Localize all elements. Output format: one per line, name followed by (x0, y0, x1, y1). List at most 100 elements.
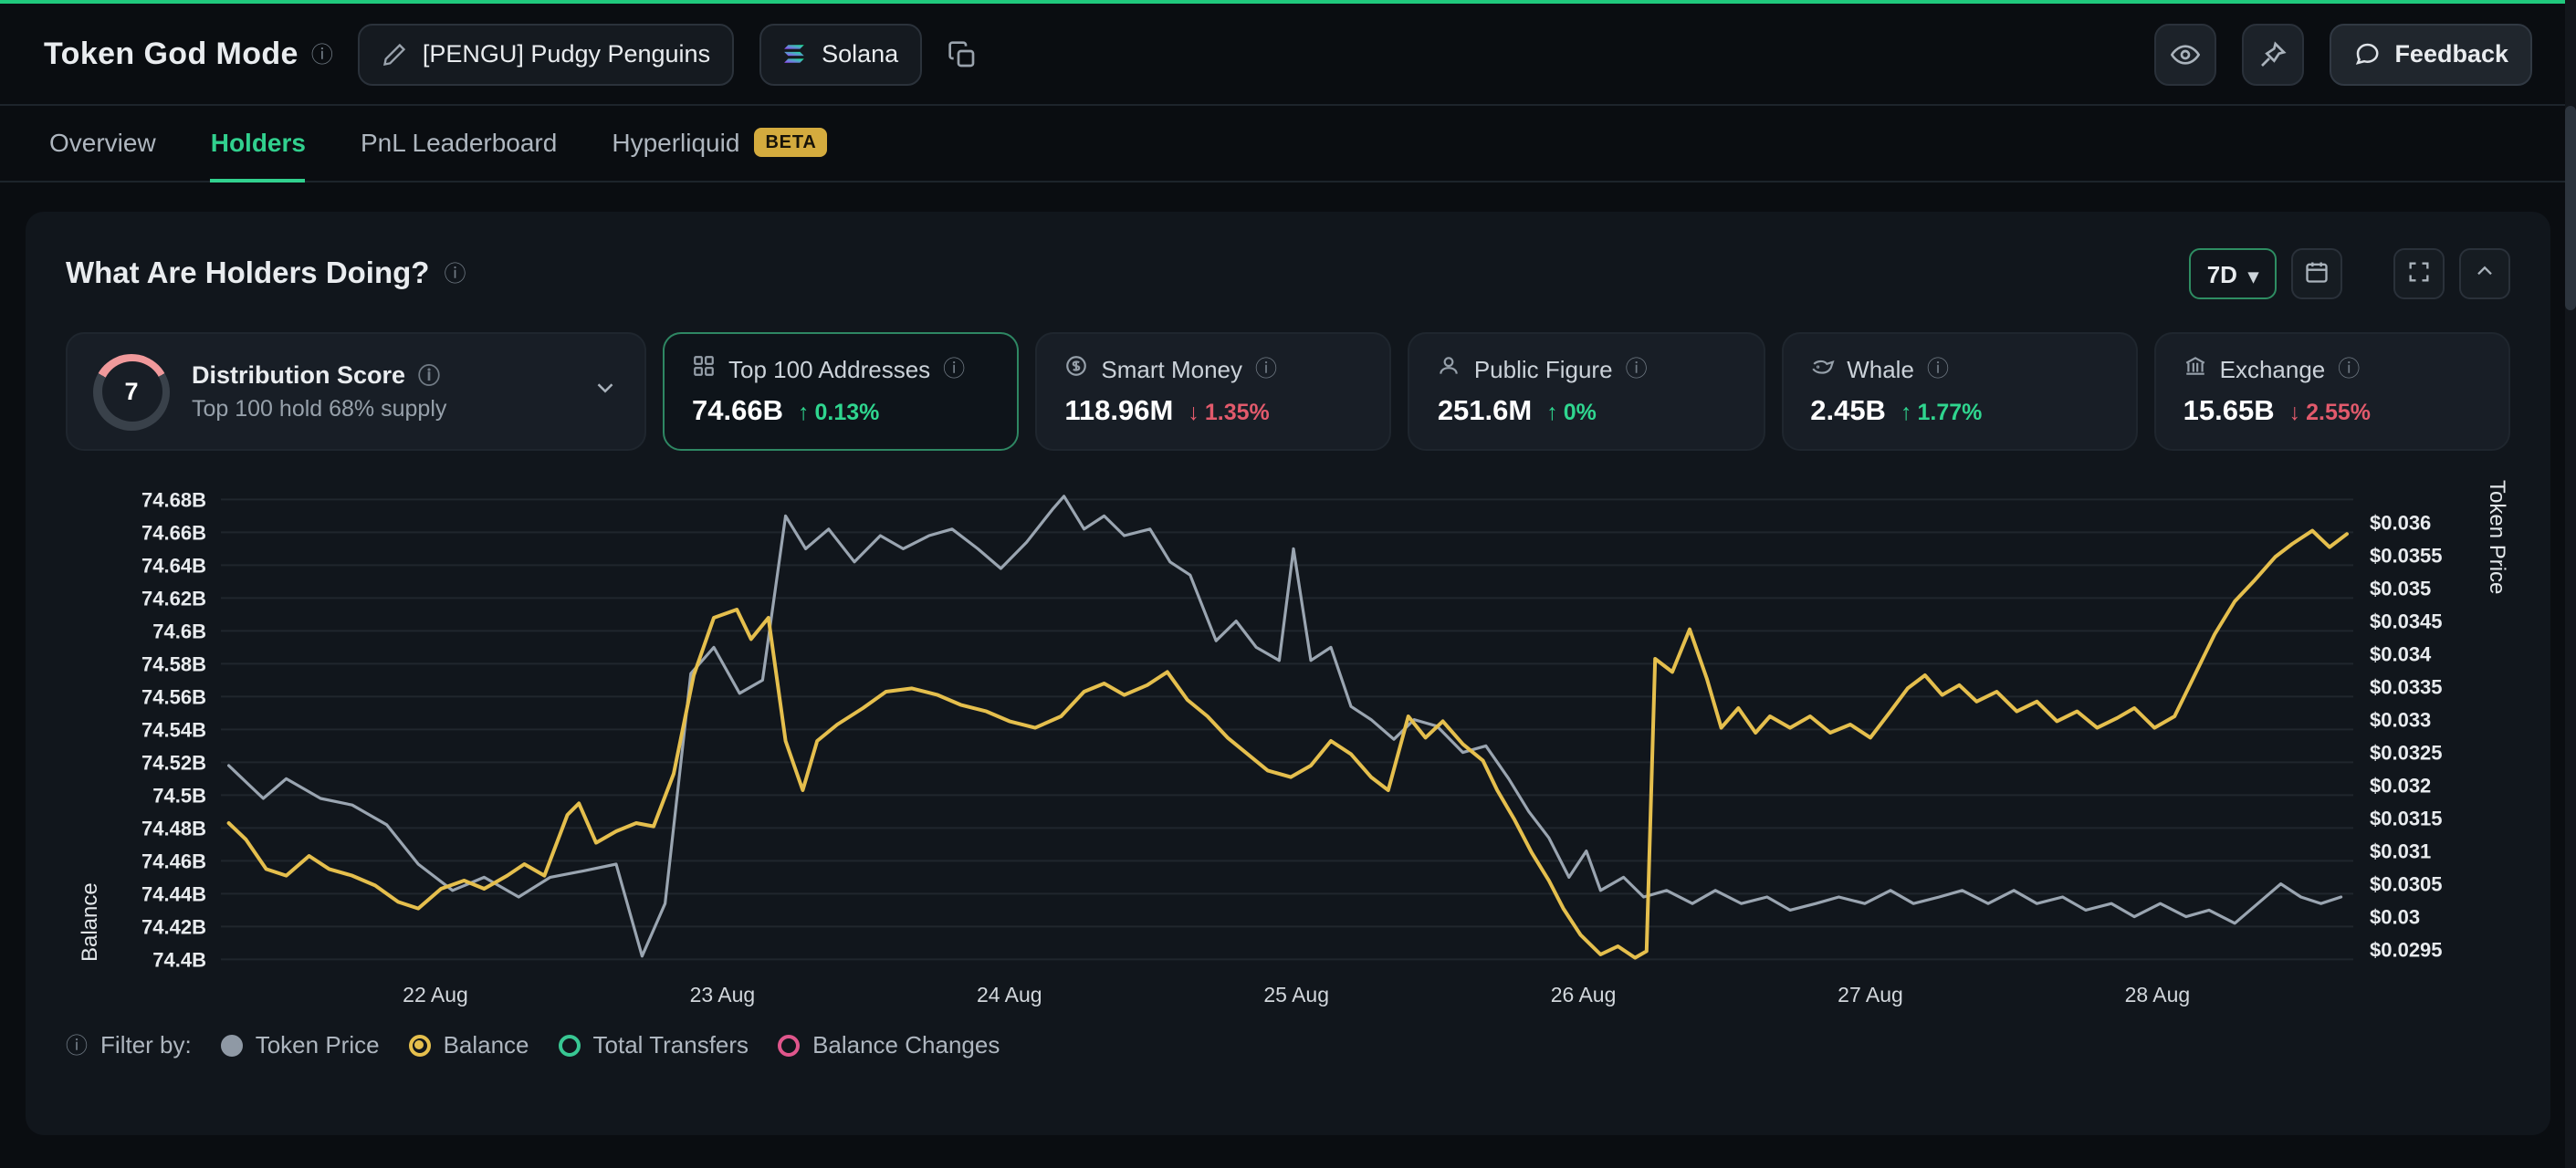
info-icon[interactable] (444, 263, 466, 285)
chat-bubble-icon (2352, 40, 2380, 68)
svg-text:74.54B: 74.54B (141, 718, 206, 741)
copy-address-icon[interactable] (948, 39, 977, 68)
filter-by-label: Filter by: (100, 1031, 192, 1058)
metric-value: 15.65B (2183, 396, 2275, 429)
svg-text:$0.031: $0.031 (2370, 840, 2431, 863)
svg-text:74.48B: 74.48B (141, 817, 206, 840)
app-header: Token God Mode [PENGU] Pudgy Penguins (0, 4, 2576, 106)
balance-changes-ring-icon (778, 1034, 800, 1056)
info-icon[interactable] (1927, 358, 1949, 380)
svg-text:$0.034: $0.034 (2370, 643, 2432, 666)
chevron-down-icon (2248, 260, 2258, 287)
pencil-icon (382, 41, 408, 67)
distribution-score-gauge: 7 (93, 353, 170, 430)
panel-title: What Are Holders Doing? (66, 256, 429, 291)
token-selector-label: [PENGU] Pudgy Penguins (423, 40, 710, 68)
total-transfers-ring-icon (559, 1034, 581, 1056)
fullscreen-button[interactable] (2393, 248, 2445, 299)
info-icon[interactable] (2338, 358, 2360, 380)
chain-selector-label: Solana (822, 40, 898, 68)
legend-token-price[interactable]: Token Price (221, 1031, 380, 1058)
svg-text:24 Aug: 24 Aug (977, 983, 1042, 1006)
panel-header: What Are Holders Doing? 7D (66, 248, 2510, 299)
svg-text:74.6B: 74.6B (152, 620, 206, 642)
svg-text:$0.036: $0.036 (2370, 512, 2431, 535)
info-icon[interactable] (1626, 358, 1648, 380)
svg-text:74.62B: 74.62B (141, 587, 206, 610)
metric-value: 74.66B (692, 396, 783, 429)
chart-canvas[interactable]: 74.68B74.66B74.64B74.62B74.6B74.58B74.56… (66, 462, 2510, 1024)
svg-text:$0.035: $0.035 (2370, 578, 2431, 600)
tab-holders[interactable]: Holders (211, 106, 306, 182)
whale-icon (1810, 354, 1834, 383)
beta-badge: BETA (754, 128, 827, 157)
svg-text:28 Aug: 28 Aug (2125, 983, 2191, 1006)
metric-change: ↓2.55% (2289, 400, 2371, 425)
pin-button[interactable] (2241, 23, 2303, 85)
token-selector-button[interactable]: [PENGU] Pudgy Penguins (359, 23, 734, 85)
metric-change: ↓1.35% (1188, 400, 1269, 425)
bank-icon (2183, 354, 2207, 383)
legend-balance[interactable]: Balance (409, 1031, 529, 1058)
info-icon[interactable] (943, 358, 965, 380)
info-icon[interactable] (311, 43, 333, 65)
metric-value: 2.45B (1810, 396, 1886, 429)
collapse-button[interactable] (2459, 248, 2510, 299)
eye-icon (2170, 39, 2199, 68)
distribution-score-card[interactable]: 7 Distribution Score Top 100 hold 68% su… (66, 332, 646, 451)
svg-text:26 Aug: 26 Aug (1551, 983, 1617, 1006)
expand-icon (2406, 258, 2432, 289)
metric-card-top-100-addresses[interactable]: Top 100 Addresses 74.66B ↑0.13% (663, 332, 1019, 451)
holders-activity-panel: What Are Holders Doing? 7D (26, 212, 2550, 1135)
svg-text:74.4B: 74.4B (152, 948, 206, 971)
timeframe-select[interactable]: 7D (2189, 248, 2277, 299)
legend-total-transfers[interactable]: Total Transfers (559, 1031, 749, 1058)
watch-button[interactable] (2153, 23, 2215, 85)
metric-card-smart-money[interactable]: Smart Money 118.96M ↓1.35% (1035, 332, 1391, 451)
scrollbar[interactable] (2565, 0, 2576, 1168)
svg-text:74.56B: 74.56B (141, 685, 206, 708)
info-icon[interactable] (418, 364, 440, 386)
svg-text:74.46B: 74.46B (141, 850, 206, 872)
svg-text:74.66B: 74.66B (141, 521, 206, 544)
metric-card-whale[interactable]: Whale 2.45B ↑1.77% (1781, 332, 2137, 451)
distribution-score-title: Distribution Score (192, 361, 405, 389)
feedback-label: Feedback (2394, 40, 2508, 68)
tab-hyperliquid[interactable]: Hyperliquid BETA (612, 106, 827, 182)
metric-cards-row: 7 Distribution Score Top 100 hold 68% su… (66, 332, 2510, 451)
tab-bar: Overview Holders PnL Leaderboard Hyperli… (0, 106, 2576, 182)
pin-icon (2257, 39, 2287, 68)
metric-card-exchange[interactable]: Exchange 15.65B ↓2.55% (2154, 332, 2510, 451)
scrollbar-thumb[interactable] (2565, 106, 2576, 310)
legend-balance-changes[interactable]: Balance Changes (778, 1031, 1000, 1058)
left-axis-title: Balance (77, 480, 102, 962)
timeframe-value: 7D (2207, 260, 2237, 287)
svg-text:74.64B: 74.64B (141, 554, 206, 577)
svg-text:74.44B: 74.44B (141, 882, 206, 905)
tab-pnl-leaderboard[interactable]: PnL Leaderboard (361, 106, 557, 182)
info-icon[interactable] (66, 1034, 88, 1056)
feedback-button[interactable]: Feedback (2329, 23, 2532, 85)
svg-text:$0.0335: $0.0335 (2370, 676, 2443, 699)
svg-text:74.42B: 74.42B (141, 915, 206, 938)
info-icon[interactable] (1255, 358, 1277, 380)
coin-icon (1064, 354, 1088, 383)
chain-selector-button[interactable]: Solana (759, 23, 922, 85)
svg-text:23 Aug: 23 Aug (690, 983, 756, 1006)
svg-text:$0.0355: $0.0355 (2370, 545, 2443, 568)
metric-change: ↑1.77% (1901, 400, 1982, 425)
app: Token God Mode [PENGU] Pudgy Penguins (0, 0, 2576, 1168)
solana-icon (783, 44, 807, 64)
svg-text:74.52B: 74.52B (141, 751, 206, 774)
tab-overview[interactable]: Overview (49, 106, 156, 182)
token-price-dot-icon (221, 1034, 243, 1056)
svg-text:$0.033: $0.033 (2370, 709, 2431, 732)
calendar-button[interactable] (2291, 248, 2342, 299)
chevron-down-icon[interactable] (592, 373, 619, 410)
person-icon (1438, 354, 1461, 383)
page-title: Token God Mode (44, 36, 298, 72)
metric-change: ↑0.13% (798, 400, 879, 425)
svg-text:$0.0305: $0.0305 (2370, 873, 2443, 896)
holders-balance-price-chart[interactable]: 74.68B74.66B74.64B74.62B74.6B74.58B74.56… (66, 462, 2510, 1024)
metric-card-public-figure[interactable]: Public Figure 251.6M ↑0% (1408, 332, 1764, 451)
